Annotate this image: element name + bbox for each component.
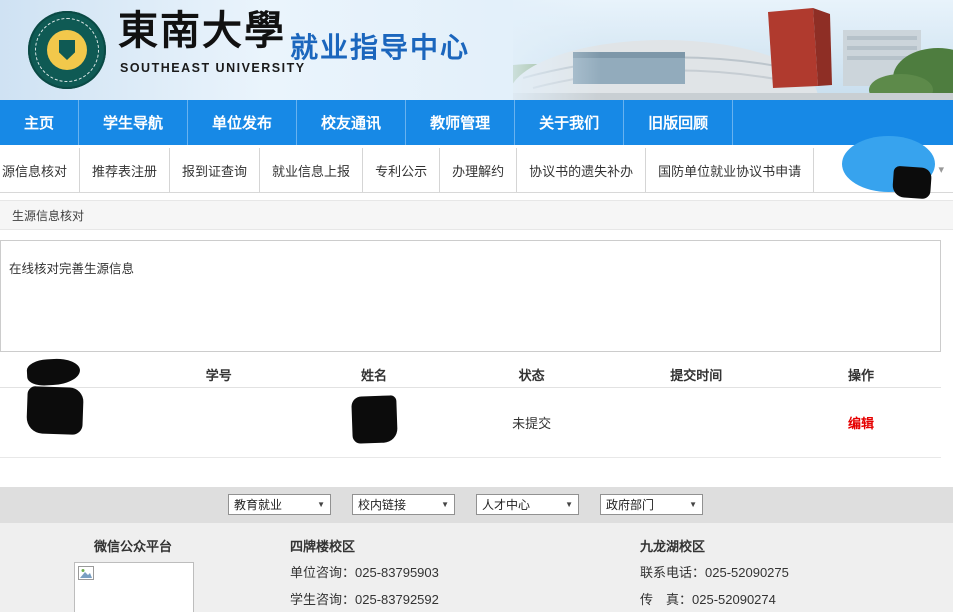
sipailou-employer-phone: 单位咨询：025-83795903 (290, 565, 439, 581)
nav-item-teacher-admin[interactable]: 教师管理 (406, 100, 515, 145)
table-header-student-id: 学号 (141, 365, 296, 387)
table-header-row: 学号 姓名 状态 提交时间 操作 (0, 365, 941, 388)
phone-value: 025-83792592 (355, 592, 439, 607)
site-footer: 微信公众平台 四牌楼校区 单位咨询：025-83795903 学生咨询：025-… (0, 523, 953, 612)
jiulonghu-fax: 传 真：025-52090274 (640, 592, 789, 608)
sipailou-student-phone: 学生咨询：025-83792592 (290, 592, 439, 608)
jiulonghu-campus-title: 九龙湖校区 (640, 539, 789, 554)
photo-fade (491, 0, 601, 100)
edit-link[interactable]: 编辑 (848, 413, 874, 432)
phone-value: 025-52090275 (705, 565, 789, 580)
phone-value: 025-83795903 (355, 565, 439, 580)
table-header-name: 姓名 (296, 365, 451, 387)
sub-nav: 源信息核对 推荐表注册 报到证查询 就业信息上报 专利公示 办理解约 协议书的遗… (0, 148, 953, 193)
jiulonghu-contact-phone: 联系电话：025-52090275 (640, 565, 789, 581)
nav-item-student-guide[interactable]: 学生导航 (79, 100, 188, 145)
table-cell-action: 编辑 (781, 388, 941, 457)
university-name-en: SOUTHEAST UNIVERSITY (120, 61, 306, 75)
select-label: 教育就业 (234, 496, 282, 513)
table-header-status: 状态 (452, 365, 612, 387)
tab-contract-termination[interactable]: 办理解约 (440, 148, 517, 192)
site-header: 東南大學 SOUTHEAST UNIVERSITY 就业指导中心 (0, 0, 953, 100)
page-title: 生源信息核对 (12, 207, 84, 224)
nav-item-home[interactable]: 主页 (0, 100, 79, 145)
table-cell-submit-time (612, 388, 781, 457)
tab-defense-agreement-apply[interactable]: 国防单位就业协议书申请 (646, 148, 814, 192)
sipailou-campus-column: 四牌楼校区 单位咨询：025-83795903 学生咨询：025-8379259… (290, 539, 439, 612)
select-talent-center[interactable]: 人才中心 ▼ (476, 494, 579, 515)
select-education-employment[interactable]: 教育就业 ▼ (228, 494, 331, 515)
tab-agreement-loss-reissue[interactable]: 协议书的遗失补办 (517, 148, 646, 192)
phone-label: 联系电话： (640, 565, 705, 580)
caret-down-icon: ▼ (317, 500, 325, 509)
broken-image-icon (78, 566, 94, 580)
page: 東南大學 SOUTHEAST UNIVERSITY 就业指导中心 主页 学生导航… (0, 0, 953, 612)
nav-item-alumni[interactable]: 校友通讯 (297, 100, 406, 145)
tab-registration-card-query[interactable]: 报到证查询 (170, 148, 260, 192)
select-campus-links[interactable]: 校内链接 ▼ (352, 494, 455, 515)
tab-patent-publicity[interactable]: 专利公示 (363, 148, 440, 192)
phone-label: 学生咨询： (290, 592, 355, 607)
university-name-cn: 東南大學 (118, 8, 286, 54)
table-header-action: 操作 (781, 365, 941, 387)
status-badge: 未提交 (452, 388, 612, 457)
submission-table: 学号 姓名 状态 提交时间 操作 未提交 编辑 (0, 365, 941, 458)
nav-item-old-version[interactable]: 旧版回顾 (624, 100, 733, 145)
nav-item-employer-post[interactable]: 单位发布 (188, 100, 297, 145)
university-logo (28, 11, 106, 89)
tab-recommendation-register[interactable]: 推荐表注册 (80, 148, 170, 192)
chevron-down-icon[interactable]: ▾ (938, 163, 944, 176)
jiulonghu-campus-column: 九龙湖校区 联系电话：025-52090275 传 真：025-52090274 (640, 539, 789, 612)
select-label: 人才中心 (482, 496, 530, 513)
table-cell-student-id (141, 388, 296, 457)
main-nav: 主页 学生导航 单位发布 校友通讯 教师管理 关于我们 旧版回顾 (0, 100, 953, 145)
phone-label: 单位咨询： (290, 565, 355, 580)
logo-core (47, 30, 87, 70)
caret-down-icon: ▼ (441, 500, 449, 509)
nav-item-about[interactable]: 关于我们 (515, 100, 624, 145)
wechat-platform-title: 微信公众平台 (94, 539, 172, 554)
notice-text: 在线核对完善生源信息 (9, 262, 134, 276)
table-row: 未提交 编辑 (0, 388, 941, 458)
select-government-dept[interactable]: 政府部门 ▼ (600, 494, 703, 515)
wechat-qr-image (74, 562, 194, 612)
select-label: 政府部门 (606, 496, 654, 513)
redaction-department-cell (26, 386, 84, 435)
logo-ring (35, 18, 99, 82)
site-title: 就业指导中心 (290, 26, 470, 66)
fax-value: 025-52090274 (692, 592, 776, 607)
tab-employment-info-report[interactable]: 就业信息上报 (260, 148, 363, 192)
tab-source-info-check[interactable]: 源信息核对 (0, 148, 80, 192)
caret-down-icon: ▼ (689, 500, 697, 509)
redaction-name-cell (351, 395, 398, 444)
caret-down-icon: ▼ (565, 500, 573, 509)
select-label: 校内链接 (358, 496, 406, 513)
table-header-submit-time: 提交时间 (612, 365, 781, 387)
redaction-avatar (892, 166, 932, 200)
link-select-band: 教育就业 ▼ 校内链接 ▼ 人才中心 ▼ 政府部门 ▼ (0, 487, 953, 523)
fax-label: 传 真： (640, 592, 692, 607)
notice-box: 在线核对完善生源信息 (0, 240, 941, 352)
shield-icon (59, 40, 75, 60)
sipailou-campus-title: 四牌楼校区 (290, 539, 439, 554)
section-title-bar: 生源信息核对 (0, 200, 953, 230)
